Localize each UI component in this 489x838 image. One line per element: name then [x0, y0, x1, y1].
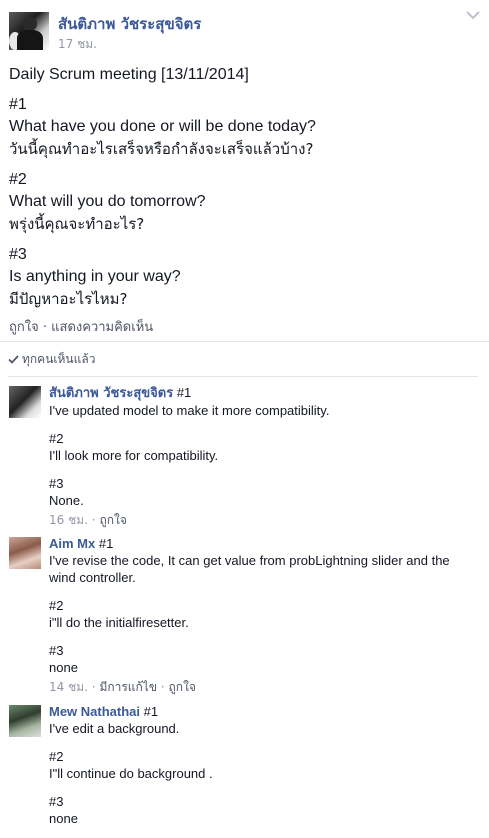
question-en: What have you done or will be done today…	[9, 118, 316, 135]
comment-meta: 14 ชม. · มีการแก้ไข · ถูกใจ	[49, 679, 479, 696]
feed-post: สันติภาพ วัชระสุขจิตร 17 ชม. Daily Scrum…	[0, 0, 489, 335]
comment-text: i"ll do the initialfiresetter.	[49, 615, 189, 630]
comment-text: none	[49, 660, 78, 675]
edited-link[interactable]: มีการแก้ไข	[99, 680, 157, 694]
divider	[0, 341, 489, 342]
comment-content: สันติภาพ วัชระสุขจิตร #1 I've updated mo…	[49, 384, 479, 529]
post-question-1: #1 What have you done or will be done to…	[9, 94, 480, 161]
comment-content: Aim Mx #1 I've revise the code, It can g…	[49, 535, 479, 696]
chevron-down-icon[interactable]	[466, 10, 480, 20]
question-number: #1	[9, 96, 27, 113]
comment-text: #3	[49, 476, 64, 491]
comment-content: Mew Nathathai #1 I've edit a background.…	[49, 703, 479, 838]
avatar[interactable]	[9, 12, 49, 50]
comment-timestamp[interactable]: 14 ชม.	[49, 680, 88, 694]
comment-text: #2	[49, 431, 64, 446]
comment-text: I've revise the code, It can get value f…	[49, 553, 450, 585]
avatar[interactable]	[9, 537, 41, 569]
post-question-3: #3 Is anything in your way? มีปัญหาอะไรไ…	[9, 244, 480, 311]
comment-text: I've updated model to make it more compa…	[49, 403, 330, 418]
comment-text: #2	[49, 749, 64, 764]
comment-text: I'll look more for compatibility.	[49, 448, 219, 463]
question-en: What will you do tomorrow?	[9, 193, 206, 210]
comment-text: #1	[143, 704, 159, 719]
question-th: พรุ่งนี้คุณจะทำอะไร?	[9, 215, 145, 233]
question-th: วันนี้คุณทำอะไรเสร็จหรือกำลังจะเสร็จแล้ว…	[9, 140, 314, 158]
post-header: สันติภาพ วัชระสุขจิตร 17 ชม.	[0, 0, 489, 51]
comment-author[interactable]: Mew Nathathai	[49, 704, 140, 719]
comment-text: #2	[49, 598, 64, 613]
separator: ·	[91, 513, 96, 527]
separator: ·	[91, 680, 96, 694]
comment-author[interactable]: Aim Mx	[49, 536, 95, 551]
post-actions: ถูกใจ · แสดงความคิดเห็น	[9, 316, 153, 337]
post-timestamp[interactable]: 17 ชม.	[58, 35, 97, 54]
post-body: Daily Scrum meeting [13/11/2014] #1 What…	[0, 50, 489, 311]
like-link[interactable]: ถูกใจ	[9, 320, 39, 335]
comment-like-link[interactable]: ถูกใจ	[99, 513, 126, 527]
comment-link[interactable]: แสดงความคิดเห็น	[51, 320, 153, 335]
comment-text: I"ll continue do background .	[49, 766, 213, 781]
post-author-name[interactable]: สันติภาพ วัชระสุขจิตร	[58, 12, 201, 36]
seen-label: ทุกคนเห็นแล้ว	[22, 352, 96, 366]
comment-text: #3	[49, 643, 64, 658]
separator: ·	[160, 680, 165, 694]
avatar[interactable]	[9, 705, 41, 737]
question-number: #3	[9, 246, 27, 263]
seen-by-indicator[interactable]: ทุกคนเห็นแล้ว	[8, 350, 95, 369]
comment-text: I've edit a background.	[49, 721, 180, 736]
question-en: Is anything in your way?	[9, 268, 181, 285]
divider	[8, 376, 478, 377]
question-th: มีปัญหาอะไรไหม?	[9, 290, 128, 308]
question-number: #2	[9, 171, 27, 188]
post-question-2: #2 What will you do tomorrow? พรุ่งนี้คุ…	[9, 169, 480, 236]
comment-like-link[interactable]: ถูกใจ	[169, 680, 196, 694]
comment-text: none	[49, 811, 78, 826]
comment-author[interactable]: สันติภาพ วัชระสุขจิตร	[49, 386, 173, 401]
comment-text: None.	[49, 493, 84, 508]
comment-timestamp[interactable]: 16 ชม.	[49, 513, 88, 527]
post-title-line: Daily Scrum meeting [13/11/2014]	[9, 66, 249, 83]
separator: ·	[42, 320, 47, 335]
comment-text: #3	[49, 794, 64, 809]
comment-text: #1	[176, 385, 192, 400]
avatar[interactable]	[9, 386, 41, 418]
comment-text: #1	[98, 536, 114, 551]
comment-meta: 16 ชม. · ถูกใจ	[49, 512, 479, 529]
checkmark-icon	[8, 355, 19, 364]
